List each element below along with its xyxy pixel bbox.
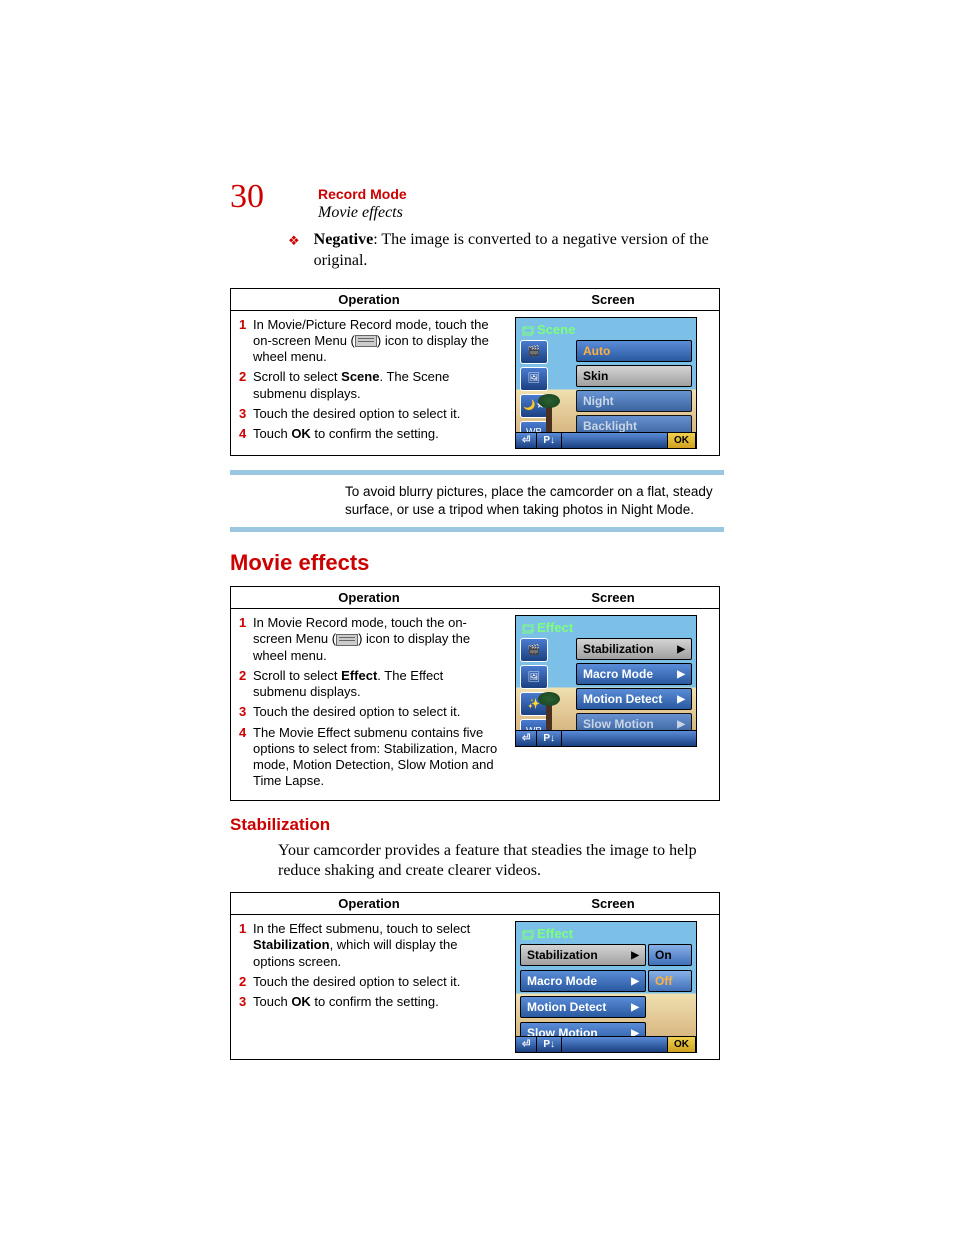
step: 3Touch OK to confirm the setting.: [239, 994, 499, 1010]
page-down-icon: P↓: [537, 432, 562, 448]
movie-effects-heading: Movie effects: [230, 550, 724, 576]
menu-option: Stabilization▶: [576, 638, 692, 660]
menu-option: On: [648, 944, 692, 966]
menu-option: Auto: [576, 340, 692, 362]
step: 2Scroll to select Effect. The Effect sub…: [239, 668, 499, 701]
screen-title: Effect: [522, 620, 573, 635]
effect-steps: 1In Movie Record mode, touch the on-scre…: [231, 609, 508, 801]
menu-option: Skin: [576, 365, 692, 387]
note-text: To avoid blurry pictures, place the camc…: [345, 483, 724, 519]
menu-option: Night: [576, 390, 692, 412]
stabilization-screenshot: Effect Stabilization▶ Macro Mode▶ Motion D…: [515, 921, 697, 1053]
section-title: Movie effects: [318, 204, 407, 222]
menu-option: Motion Detect▶: [520, 996, 646, 1018]
effect-screenshot: Effect 🎬 🖼 ✨ WB Stabilization▶Macro Mode…: [515, 615, 697, 747]
ok-button: OK: [667, 432, 696, 448]
effect-screenshot-cell: Effect 🎬 🖼 ✨ WB Stabilization▶Macro Mode…: [507, 609, 720, 801]
step: 4Touch OK to confirm the setting.: [239, 426, 499, 442]
step: 1In the Effect submenu, touch to select …: [239, 921, 499, 970]
step: 1In Movie Record mode, touch the on-scre…: [239, 615, 499, 664]
menu-option: Stabilization▶: [520, 944, 646, 966]
screen-footer: ⏎ P↓: [516, 730, 696, 746]
col-operation: Operation: [231, 893, 508, 915]
col-operation: Operation: [231, 288, 508, 310]
page-number: 30: [230, 178, 264, 216]
screen-title: Effect: [522, 926, 573, 941]
film-icon: 🎬: [520, 340, 548, 364]
note-separator: [230, 527, 724, 532]
scene-options: AutoSkinNightBacklight: [576, 340, 692, 440]
scene-screenshot-cell: Scene 🎬 🖼 🌙★ WB AutoSkinNightBacklight ⏎…: [507, 310, 720, 455]
col-operation: Operation: [231, 587, 508, 609]
effect-table: OperationScreen 1In Movie Record mode, t…: [230, 586, 720, 801]
page-down-icon: P↓: [537, 1036, 562, 1052]
menu-option: Motion Detect▶: [576, 688, 692, 710]
scene-icon: 🖼: [520, 665, 548, 689]
screen-footer: ⏎ P↓ OK: [516, 432, 696, 448]
manual-page: 30 Record Mode Movie effects ❖ Negative:…: [0, 0, 954, 1235]
page-down-icon: P↓: [537, 730, 562, 746]
stabilization-table: OperationScreen 1In the Effect submenu, …: [230, 892, 720, 1060]
step: 1In Movie/Picture Record mode, touch the…: [239, 317, 499, 366]
menu-icon: [355, 335, 377, 347]
step: 2Touch the desired option to select it.: [239, 974, 499, 990]
page-header: Record Mode Movie effects: [318, 186, 407, 222]
stabilization-para: Your camcorder provides a feature that s…: [278, 841, 724, 883]
menu-icon: [336, 634, 358, 646]
col-screen: Screen: [507, 288, 720, 310]
stabilization-heading: Stabilization: [230, 815, 724, 835]
bullet-item: ❖ Negative: The image is converted to a …: [288, 230, 724, 272]
back-icon: ⏎: [516, 1036, 537, 1052]
scene-steps: 1In Movie/Picture Record mode, touch the…: [231, 310, 508, 455]
back-icon: ⏎: [516, 432, 537, 448]
diamond-bullet-icon: ❖: [288, 233, 300, 249]
film-icon: 🎬: [520, 638, 548, 662]
scene-table: OperationScreen 1In Movie/Picture Record…: [230, 288, 720, 456]
menu-option: Off: [648, 970, 692, 992]
stabilization-values: On Off: [648, 944, 692, 996]
stabilization-screenshot-cell: Effect Stabilization▶ Macro Mode▶ Motion D…: [507, 915, 720, 1060]
col-screen: Screen: [507, 893, 720, 915]
effect-options: Stabilization▶Macro Mode▶Motion Detect▶S…: [576, 638, 692, 738]
bullet-text: Negative: The image is converted to a ne…: [314, 230, 724, 272]
scene-icon: 🖼: [520, 367, 548, 391]
effect-list: Stabilization▶Macro Mode▶Motion Detect▶S…: [520, 944, 646, 1048]
scene-screenshot: Scene 🎬 🖼 🌙★ WB AutoSkinNightBacklight ⏎…: [515, 317, 697, 449]
menu-option: Macro Mode▶: [576, 663, 692, 685]
step: 2Scroll to select Scene. The Scene subme…: [239, 369, 499, 402]
back-icon: ⏎: [516, 730, 537, 746]
note-separator: [230, 470, 724, 475]
menu-option: Macro Mode▶: [520, 970, 646, 992]
step: 3Touch the desired option to select it.: [239, 406, 499, 422]
step: 3Touch the desired option to select it.: [239, 704, 499, 720]
step: 4The Movie Effect submenu contains five …: [239, 725, 499, 790]
chapter-title: Record Mode: [318, 186, 407, 202]
palm-decoration: [546, 402, 552, 432]
stabilization-steps: 1In the Effect submenu, touch to select …: [231, 915, 508, 1060]
screen-footer: ⏎ P↓ OK: [516, 1036, 696, 1052]
screen-title: Scene: [522, 322, 575, 337]
ok-button: OK: [667, 1036, 696, 1052]
palm-decoration: [546, 700, 552, 730]
col-screen: Screen: [507, 587, 720, 609]
